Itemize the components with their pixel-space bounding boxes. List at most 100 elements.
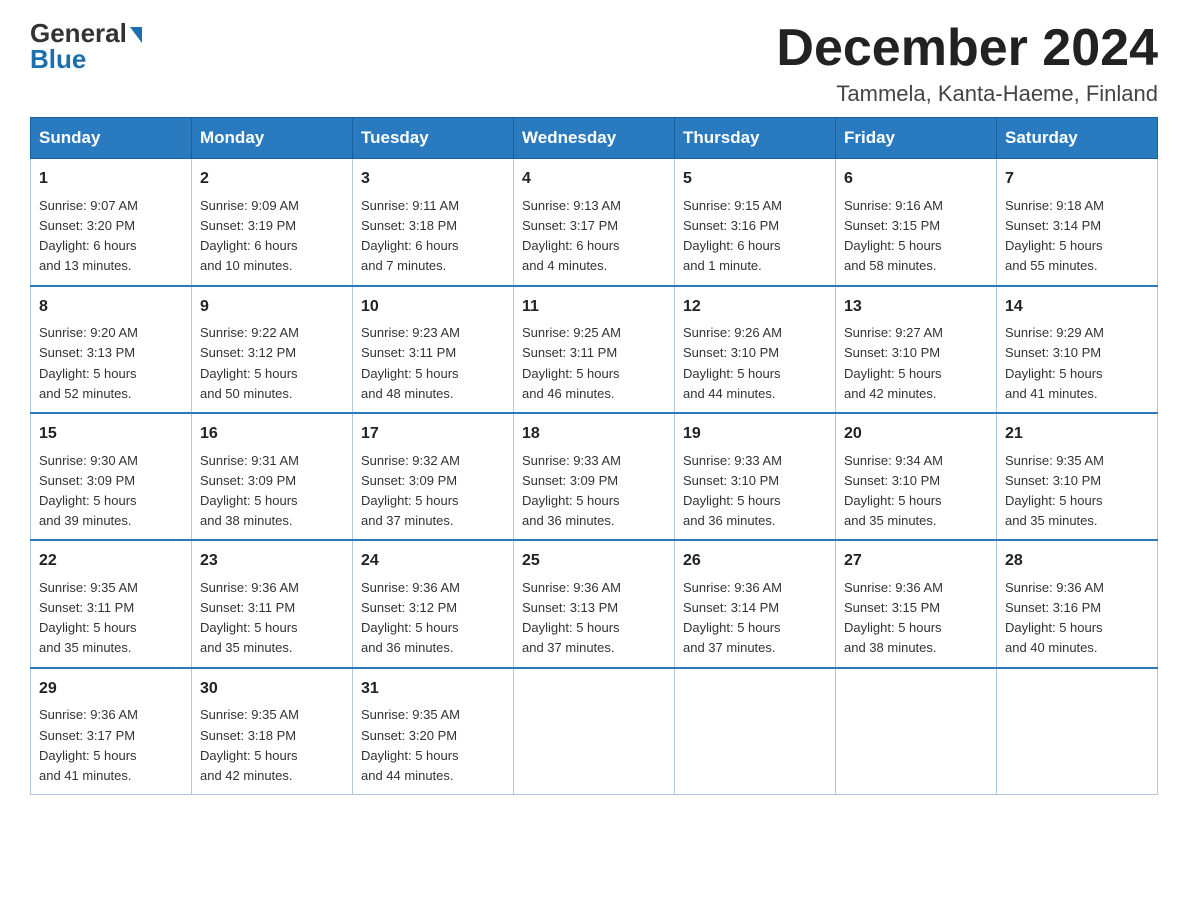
day-number: 8 [39,295,183,320]
sunrise: Sunrise: 9:20 AM [39,325,138,340]
calendar-cell: 30Sunrise: 9:35 AMSunset: 3:18 PMDayligh… [192,668,353,795]
daylight2: and 42 minutes. [200,768,293,783]
sunset: Sunset: 3:09 PM [39,473,135,488]
day-number: 16 [200,422,344,447]
sunrise: Sunrise: 9:34 AM [844,453,943,468]
day-header-wednesday: Wednesday [514,118,675,159]
sunset: Sunset: 3:18 PM [200,728,296,743]
location-title: Tammela, Kanta-Haeme, Finland [776,81,1158,107]
month-title: December 2024 [776,20,1158,77]
sunset: Sunset: 3:10 PM [844,345,940,360]
day-header-tuesday: Tuesday [353,118,514,159]
calendar-cell: 29Sunrise: 9:36 AMSunset: 3:17 PMDayligh… [31,668,192,795]
sunrise: Sunrise: 9:33 AM [683,453,782,468]
daylight: Daylight: 5 hours [844,620,942,635]
calendar-cell: 21Sunrise: 9:35 AMSunset: 3:10 PMDayligh… [997,413,1158,540]
calendar-cell: 2Sunrise: 9:09 AMSunset: 3:19 PMDaylight… [192,159,353,286]
daylight: Daylight: 5 hours [200,493,298,508]
sunrise: Sunrise: 9:11 AM [361,198,459,213]
daylight: Daylight: 5 hours [39,366,137,381]
sunset: Sunset: 3:17 PM [522,218,618,233]
sunrise: Sunrise: 9:35 AM [1005,453,1104,468]
sunset: Sunset: 3:10 PM [844,473,940,488]
day-number: 27 [844,549,988,574]
calendar-cell: 12Sunrise: 9:26 AMSunset: 3:10 PMDayligh… [675,286,836,413]
logo-triangle-icon [130,27,142,43]
day-number: 30 [200,677,344,702]
calendar-header: SundayMondayTuesdayWednesdayThursdayFrid… [31,118,1158,159]
calendar-cell: 13Sunrise: 9:27 AMSunset: 3:10 PMDayligh… [836,286,997,413]
calendar-cell: 15Sunrise: 9:30 AMSunset: 3:09 PMDayligh… [31,413,192,540]
daylight: Daylight: 5 hours [1005,620,1103,635]
daylight: Daylight: 5 hours [200,620,298,635]
daylight2: and 46 minutes. [522,386,615,401]
logo: General Blue [30,20,142,72]
sunset: Sunset: 3:14 PM [1005,218,1101,233]
day-number: 22 [39,549,183,574]
day-number: 26 [683,549,827,574]
daylight2: and 38 minutes. [200,513,293,528]
daylight2: and 39 minutes. [39,513,132,528]
sunset: Sunset: 3:18 PM [361,218,457,233]
daylight: Daylight: 6 hours [361,238,459,253]
daylight2: and 35 minutes. [844,513,937,528]
sunrise: Sunrise: 9:35 AM [361,707,460,722]
daylight: Daylight: 5 hours [683,620,781,635]
daylight: Daylight: 5 hours [522,366,620,381]
calendar-cell: 6Sunrise: 9:16 AMSunset: 3:15 PMDaylight… [836,159,997,286]
sunrise: Sunrise: 9:29 AM [1005,325,1104,340]
daylight2: and 41 minutes. [1005,386,1098,401]
calendar-week-5: 29Sunrise: 9:36 AMSunset: 3:17 PMDayligh… [31,668,1158,795]
daylight2: and 37 minutes. [361,513,454,528]
daylight: Daylight: 5 hours [1005,493,1103,508]
day-number: 19 [683,422,827,447]
daylight2: and 38 minutes. [844,640,937,655]
calendar-cell: 7Sunrise: 9:18 AMSunset: 3:14 PMDaylight… [997,159,1158,286]
daylight: Daylight: 5 hours [844,493,942,508]
calendar-cell [675,668,836,795]
daylight2: and 1 minute. [683,258,762,273]
calendar-cell: 5Sunrise: 9:15 AMSunset: 3:16 PMDaylight… [675,159,836,286]
daylight2: and 7 minutes. [361,258,446,273]
daylight2: and 4 minutes. [522,258,607,273]
calendar-cell: 10Sunrise: 9:23 AMSunset: 3:11 PMDayligh… [353,286,514,413]
day-number: 1 [39,167,183,192]
daylight: Daylight: 5 hours [1005,366,1103,381]
day-number: 18 [522,422,666,447]
daylight2: and 36 minutes. [361,640,454,655]
calendar-cell [836,668,997,795]
sunset: Sunset: 3:14 PM [683,600,779,615]
calendar-week-2: 8Sunrise: 9:20 AMSunset: 3:13 PMDaylight… [31,286,1158,413]
calendar-cell: 23Sunrise: 9:36 AMSunset: 3:11 PMDayligh… [192,540,353,667]
page-header: General Blue December 2024 Tammela, Kant… [30,20,1158,107]
daylight: Daylight: 5 hours [361,620,459,635]
day-header-saturday: Saturday [997,118,1158,159]
daylight2: and 13 minutes. [39,258,132,273]
sunset: Sunset: 3:12 PM [361,600,457,615]
daylight2: and 58 minutes. [844,258,937,273]
sunset: Sunset: 3:10 PM [683,345,779,360]
sunrise: Sunrise: 9:35 AM [200,707,299,722]
daylight2: and 35 minutes. [200,640,293,655]
day-number: 24 [361,549,505,574]
calendar-cell: 16Sunrise: 9:31 AMSunset: 3:09 PMDayligh… [192,413,353,540]
day-number: 10 [361,295,505,320]
daylight2: and 36 minutes. [522,513,615,528]
day-number: 13 [844,295,988,320]
sunrise: Sunrise: 9:36 AM [200,580,299,595]
daylight2: and 35 minutes. [1005,513,1098,528]
daylight2: and 44 minutes. [683,386,776,401]
day-number: 23 [200,549,344,574]
daylight: Daylight: 6 hours [522,238,620,253]
daylight: Daylight: 5 hours [39,620,137,635]
sunset: Sunset: 3:17 PM [39,728,135,743]
sunset: Sunset: 3:15 PM [844,600,940,615]
daylight2: and 37 minutes. [522,640,615,655]
calendar-body: 1Sunrise: 9:07 AMSunset: 3:20 PMDaylight… [31,159,1158,795]
sunset: Sunset: 3:11 PM [39,600,134,615]
sunrise: Sunrise: 9:16 AM [844,198,943,213]
calendar-cell: 31Sunrise: 9:35 AMSunset: 3:20 PMDayligh… [353,668,514,795]
daylight2: and 55 minutes. [1005,258,1098,273]
day-number: 29 [39,677,183,702]
sunrise: Sunrise: 9:36 AM [844,580,943,595]
